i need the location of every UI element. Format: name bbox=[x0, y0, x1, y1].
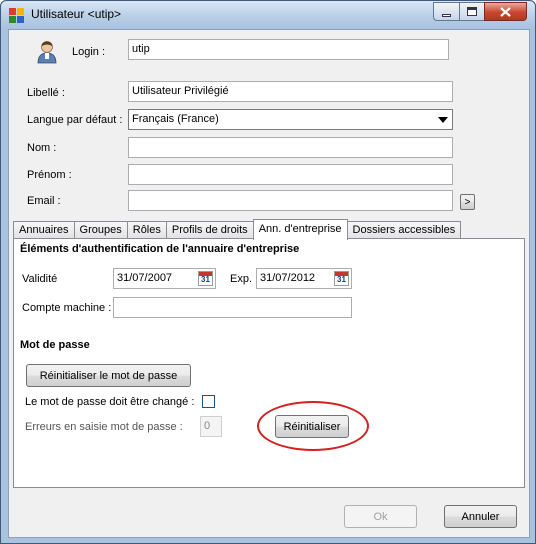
errors-label: Erreurs en saisie mot de passe : bbox=[25, 421, 183, 433]
must-change-checkbox[interactable] bbox=[202, 395, 215, 408]
user-avatar-icon bbox=[37, 41, 57, 64]
validite-label: Validité bbox=[22, 273, 58, 285]
nom-field[interactable] bbox=[128, 137, 453, 158]
calendar-day: 31 bbox=[201, 275, 210, 284]
reset-password-button[interactable]: Réinitialiser le mot de passe bbox=[26, 364, 191, 387]
reset-errors-button[interactable]: Réinitialiser bbox=[275, 415, 349, 438]
mot-de-passe-title: Mot de passe bbox=[20, 339, 90, 351]
window-title: Utilisateur <utip> bbox=[31, 7, 122, 21]
title-bar[interactable]: Utilisateur <utip> bbox=[1, 1, 535, 29]
nom-label: Nom : bbox=[27, 142, 57, 154]
login-field[interactable]: utip bbox=[128, 39, 449, 60]
compte-machine-field[interactable] bbox=[113, 297, 352, 318]
window-controls bbox=[433, 2, 527, 21]
maximize-button[interactable] bbox=[459, 2, 484, 21]
errors-count-field: 0 bbox=[200, 416, 222, 437]
ok-button[interactable]: Ok bbox=[344, 505, 417, 528]
close-icon bbox=[500, 6, 511, 17]
calendar-day: 31 bbox=[337, 275, 346, 284]
libelle-label: Libellé : bbox=[27, 87, 65, 99]
login-label: Login : bbox=[72, 46, 106, 58]
libelle-field[interactable]: Utilisateur Privilégié bbox=[128, 81, 453, 102]
close-button[interactable] bbox=[484, 2, 527, 21]
auth-section-title: Éléments d'authentification de l'annuair… bbox=[20, 243, 300, 255]
cancel-button[interactable]: Annuler bbox=[444, 505, 517, 528]
langue-select[interactable]: Français (France) bbox=[128, 109, 453, 130]
tab-groupes[interactable]: Groupes bbox=[73, 221, 128, 239]
dialog-body: Login : utip Libellé : Utilisateur Privi… bbox=[8, 29, 530, 538]
exp-label: Exp. bbox=[230, 273, 253, 285]
email-label: Email : bbox=[27, 195, 61, 207]
tab-dossiers-accessibles[interactable]: Dossiers accessibles bbox=[346, 221, 462, 239]
must-change-label: Le mot de passe doit être changé : bbox=[25, 396, 195, 408]
langue-selected-value: Français (France) bbox=[132, 113, 219, 125]
prenom-label: Prénom : bbox=[27, 169, 72, 181]
maximize-icon bbox=[467, 7, 477, 16]
calendar-icon[interactable]: 31 bbox=[198, 271, 213, 286]
tab-profils-de-droits[interactable]: Profils de droits bbox=[165, 221, 254, 239]
section-divider bbox=[326, 250, 520, 251]
prenom-field[interactable] bbox=[128, 164, 453, 185]
langue-label: Langue par défaut : bbox=[27, 114, 123, 126]
tab-annuaires[interactable]: Annuaires bbox=[13, 221, 75, 239]
app-icon bbox=[9, 8, 24, 23]
tab-panel-ann-entreprise: Éléments d'authentification de l'annuair… bbox=[13, 238, 525, 488]
minimize-button[interactable] bbox=[433, 2, 459, 21]
validite-date-value: 31/07/2007 bbox=[117, 272, 173, 284]
tab-roles[interactable]: Rôles bbox=[126, 221, 167, 239]
exp-date-value: 31/07/2012 bbox=[260, 272, 316, 284]
section-divider bbox=[102, 346, 520, 347]
email-send-button[interactable]: > bbox=[460, 194, 475, 210]
minimize-icon bbox=[442, 13, 451, 17]
chevron-down-icon bbox=[438, 117, 448, 123]
tab-strip: Annuaires Groupes Rôles Profils de droit… bbox=[13, 219, 462, 240]
tab-ann-entreprise[interactable]: Ann. d'entreprise bbox=[252, 219, 348, 240]
compte-machine-label: Compte machine : bbox=[22, 302, 112, 314]
email-field[interactable] bbox=[128, 190, 453, 211]
calendar-icon[interactable]: 31 bbox=[334, 271, 349, 286]
dialog-window: Utilisateur <utip> Login : utip Libellé … bbox=[0, 0, 536, 544]
